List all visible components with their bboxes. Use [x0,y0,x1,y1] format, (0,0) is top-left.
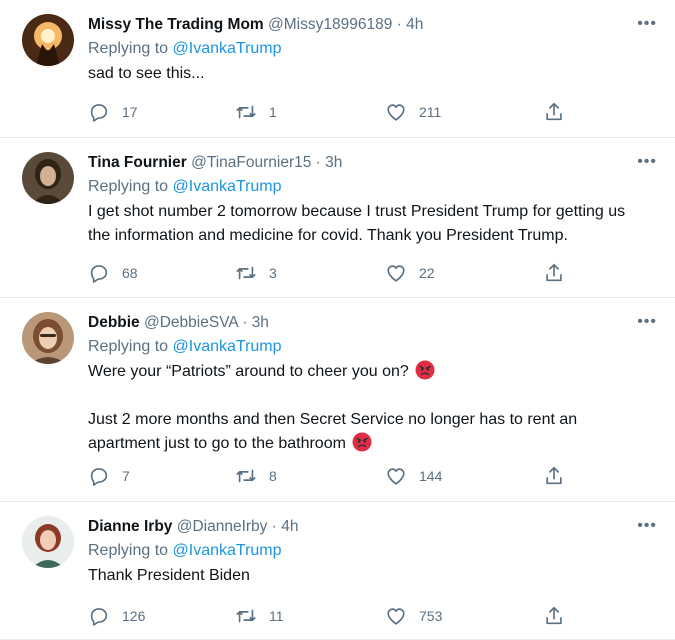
share-button[interactable] [543,605,577,627]
like-button[interactable]: 22 [385,262,435,284]
tweet-text: sad to see this... [88,62,635,86]
replying-to: Replying to @IvankaTrump [88,540,635,562]
reply-icon [88,605,110,627]
angry-face-emoji [415,360,435,380]
tweet-paragraph: Were your “Patriots” around to cheer you… [88,360,635,384]
avatar[interactable] [22,312,74,364]
like-icon [385,465,407,487]
retweet-icon [235,465,257,487]
share-icon [543,605,565,627]
user-handle[interactable]: @DebbieSVA [144,314,238,331]
separator: · [396,16,402,33]
avatar[interactable] [22,152,74,204]
tweet-feed: ••• Missy The Trading Mom @Missy18996189… [0,0,675,640]
retweet-button[interactable]: 3 [235,262,277,284]
reply-icon [88,465,110,487]
retweet-button[interactable]: 1 [235,101,277,123]
retweet-count: 11 [269,608,284,624]
like-icon [385,101,407,123]
tweet-paragraph: Just 2 more months and then Secret Servi… [88,408,635,456]
display-name[interactable]: Debbie [88,314,140,331]
mention-link[interactable]: @IvankaTrump [173,338,282,355]
display-name[interactable]: Dianne Irby [88,518,172,535]
like-button[interactable]: 144 [385,465,442,487]
tweet-paragraph-text: Just 2 more months and then Secret Servi… [88,411,578,452]
like-count: 753 [419,608,443,624]
user-handle[interactable]: @Missy18996189 [268,16,392,33]
tweet[interactable]: ••• Tina Fournier @TinaFournier15 · 3h R… [0,138,675,298]
like-count: 211 [419,104,442,120]
reply-button[interactable]: 7 [88,465,130,487]
retweet-button[interactable]: 8 [235,465,277,487]
share-icon [543,262,565,284]
reply-icon [88,101,110,123]
like-icon [385,262,407,284]
share-icon [543,101,565,123]
tweet[interactable]: ••• Dianne Irby @DianneIrby · 4h Replyin… [0,502,675,640]
tweet-paragraph: Thank President Biden [88,567,250,584]
retweet-count: 3 [269,265,277,281]
reply-button[interactable]: 126 [88,605,145,627]
user-handle[interactable]: @DianneIrby [177,518,268,535]
separator: · [242,314,248,331]
more-icon[interactable]: ••• [637,312,657,332]
separator: · [315,154,321,171]
more-icon[interactable]: ••• [637,516,657,536]
reply-count: 17 [122,104,138,120]
separator: · [271,518,277,535]
tweet-text: I get shot number 2 tomorrow because I t… [88,200,635,248]
mention-link[interactable]: @IvankaTrump [173,542,282,559]
display-name[interactable]: Missy The Trading Mom [88,16,264,33]
tweet[interactable]: ••• Debbie @DebbieSVA · 3h Replying to @… [0,298,675,502]
share-icon [543,465,565,487]
retweet-button[interactable]: 11 [235,605,284,627]
mention-link[interactable]: @IvankaTrump [173,40,282,57]
tweet[interactable]: ••• Missy The Trading Mom @Missy18996189… [0,0,675,138]
timestamp[interactable]: 3h [252,314,269,331]
like-button[interactable]: 211 [385,101,441,123]
retweet-count: 8 [269,468,277,484]
reply-button[interactable]: 17 [88,101,138,123]
like-count: 144 [419,468,443,484]
replying-prefix: Replying to [88,178,173,195]
retweet-count: 1 [269,104,277,120]
avatar[interactable] [22,516,74,568]
more-icon[interactable]: ••• [637,152,657,172]
replying-prefix: Replying to [88,40,173,57]
retweet-icon [235,262,257,284]
retweet-icon [235,101,257,123]
replying-prefix: Replying to [88,338,173,355]
share-button[interactable] [543,101,577,123]
tweet-text: Were your “Patriots” around to cheer you… [88,360,635,456]
timestamp[interactable]: 3h [325,154,342,171]
like-icon [385,605,407,627]
mention-link[interactable]: @IvankaTrump [173,178,282,195]
timestamp[interactable]: 4h [406,16,423,33]
tweet-text: Thank President Biden [88,564,635,588]
display-name[interactable]: Tina Fournier [88,154,187,171]
more-icon[interactable]: ••• [637,14,657,34]
share-button[interactable] [543,465,577,487]
timestamp[interactable]: 4h [281,518,298,535]
replying-to: Replying to @IvankaTrump [88,336,635,358]
reply-count: 126 [122,608,146,624]
user-handle[interactable]: @TinaFournier15 [191,154,311,171]
reply-count: 68 [122,265,138,281]
tweet-paragraph: I get shot number 2 tomorrow because I t… [88,203,626,244]
reply-icon [88,262,110,284]
reply-button[interactable]: 68 [88,262,138,284]
replying-to: Replying to @IvankaTrump [88,38,635,60]
tweet-paragraph: sad to see this... [88,65,205,82]
tweet-paragraph-text: Were your “Patriots” around to cheer you… [88,363,409,380]
replying-to: Replying to @IvankaTrump [88,176,635,198]
angry-face-emoji [352,432,372,452]
retweet-icon [235,605,257,627]
avatar[interactable] [22,14,74,66]
like-button[interactable]: 753 [385,605,442,627]
share-button[interactable] [543,262,577,284]
replying-prefix: Replying to [88,542,173,559]
reply-count: 7 [122,468,130,484]
like-count: 22 [419,265,435,281]
